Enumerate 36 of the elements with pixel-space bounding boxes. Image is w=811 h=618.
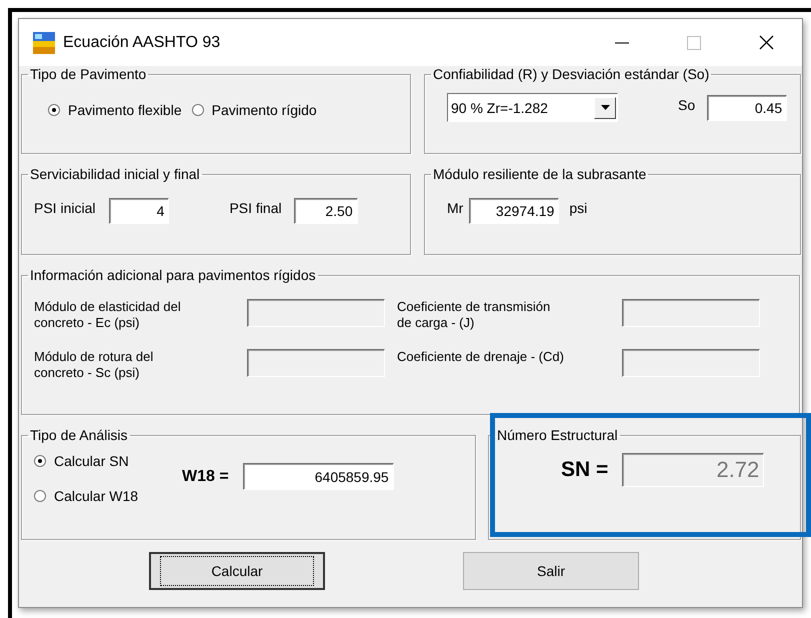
- group-title: Tipo de Análisis: [29, 427, 129, 443]
- radio-button[interactable]: [48, 104, 60, 116]
- exit-button[interactable]: Salir: [463, 552, 639, 590]
- calculate-button[interactable]: Calcular: [149, 552, 325, 590]
- radio-label: Pavimento rígido: [212, 102, 317, 118]
- radio-label: Pavimento flexible: [68, 102, 182, 118]
- radio-button[interactable]: [192, 104, 204, 116]
- group-title: Serviciabilidad inicial y final: [29, 166, 201, 182]
- input-field[interactable]: 32974.19: [469, 198, 560, 224]
- unit-label: psi: [569, 200, 588, 216]
- radio-button[interactable]: [34, 455, 46, 467]
- field-label: Módulo de rotura del concreto - Sc (psi): [34, 349, 154, 381]
- field-label: Coeficiente de transmisión de carga - (J): [397, 299, 552, 331]
- radio-button[interactable]: [34, 490, 46, 502]
- group-title: Información adicional para pavimentos rígidos: [29, 267, 317, 283]
- dropdown[interactable]: 90 % Zr=-1.282: [447, 93, 618, 122]
- input-field[interactable]: 6405859.95: [242, 463, 394, 490]
- field-label: Mr: [447, 200, 464, 216]
- group-title: Tipo de Pavimento: [29, 66, 148, 82]
- group-title: Confiabilidad (R) y Desviación estándar (So): [432, 66, 710, 82]
- group-title: Número Estructural: [496, 427, 619, 443]
- window-title: Ecuación AASHTO 93: [63, 34, 222, 52]
- field-label: SN =: [561, 458, 608, 482]
- field-label: Módulo de elasticidad del concreto - Ec (psi): [34, 299, 182, 331]
- field-label: So: [678, 96, 696, 112]
- group-title: Módulo resiliente de la subrasante: [432, 166, 648, 182]
- input-field[interactable]: 4: [109, 198, 170, 224]
- radio-label: Calcular W18: [54, 488, 138, 504]
- input-field[interactable]: 0.45: [707, 94, 788, 120]
- field-label: PSI inicial: [34, 200, 96, 216]
- app-icon: [33, 32, 55, 54]
- field-label: PSI final: [229, 200, 282, 216]
- field-label: W18 =: [182, 468, 229, 486]
- radio-label: Calcular SN: [54, 453, 129, 469]
- input-field[interactable]: 2.50: [294, 198, 358, 224]
- field-label: Coeficiente de drenaje - (Cd): [397, 349, 565, 365]
